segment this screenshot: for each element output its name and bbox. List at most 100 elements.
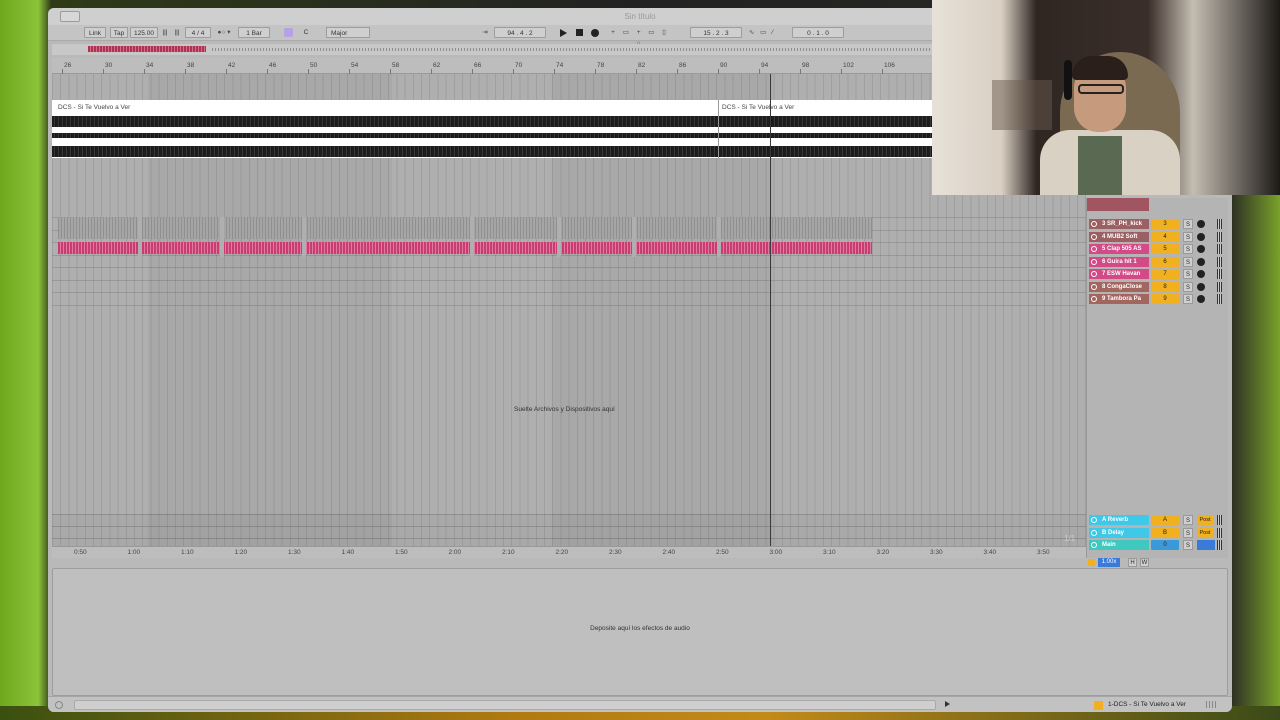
volume-field[interactable] [1197, 540, 1215, 550]
track-row[interactable]: 3 SR_PH_kick 3 S [1087, 218, 1229, 230]
solo-button[interactable]: S [1183, 527, 1193, 538]
post-button[interactable]: Post [1197, 515, 1213, 525]
return-row[interactable]: A Reverb A S Post [1087, 514, 1229, 526]
solo-button[interactable]: S [1183, 244, 1193, 254]
track-activator[interactable]: 6 [1151, 256, 1179, 267]
arm-button[interactable] [1197, 295, 1205, 303]
post-button[interactable]: Post [1197, 527, 1213, 538]
track-row[interactable]: 6 Guira hit 16S [1087, 256, 1229, 268]
loop-punch-icons[interactable]: ∿ ▭ ∕ [744, 27, 780, 38]
midi-clip-kick[interactable] [58, 217, 872, 239]
solo-button[interactable]: S [1183, 540, 1193, 550]
track-name[interactable]: 3 SR_PH_kick [1089, 219, 1149, 229]
clip-launch-icon[interactable] [1091, 296, 1097, 302]
clip-launch-icon[interactable] [1091, 246, 1097, 252]
w-button[interactable]: W [1140, 558, 1149, 567]
main-lane[interactable] [52, 538, 1086, 546]
clip-launch-icon[interactable] [1091, 233, 1097, 240]
play-button[interactable] [560, 29, 567, 37]
track-activator[interactable]: 9 [1151, 294, 1179, 304]
arm-button[interactable] [1197, 270, 1205, 278]
solo-button[interactable]: S [1183, 219, 1193, 229]
return-row[interactable]: B Delay B S Post [1087, 527, 1229, 539]
clip-launch-icon[interactable] [1091, 221, 1097, 227]
time-ruler[interactable]: 0:50 1:00 1:10 1:20 1:30 1:40 1:50 2:00 2:10 2:20… [52, 546, 1086, 558]
arm-button[interactable] [1197, 245, 1205, 253]
arm-button[interactable] [1197, 257, 1205, 266]
arm-button[interactable] [1197, 282, 1205, 291]
audio-clip-track[interactable]: DCS - Si Te Vuelvo a Ver DCS - Si Te Vue… [52, 100, 932, 158]
bounce-icon[interactable] [1088, 559, 1095, 566]
solo-button[interactable]: S [1183, 231, 1193, 242]
return-activator[interactable]: A [1151, 515, 1179, 525]
track-name[interactable]: 8 CongaClose [1089, 281, 1149, 292]
track-row[interactable]: 5 Clap 505 AS 5 S [1087, 243, 1229, 255]
track-activator[interactable]: 8 [1151, 281, 1179, 292]
sidebar-toggle-button[interactable] [60, 11, 80, 22]
track-row[interactable]: 9 Tambora Pa 9 S [1087, 293, 1229, 305]
track-row[interactable]: 4 MUB2 Soft 4 S [1087, 231, 1229, 243]
track-name[interactable]: 9 Tambora Pa [1089, 294, 1149, 304]
solo-button[interactable]: S [1183, 281, 1193, 292]
return-lane-a[interactable] [52, 514, 1086, 526]
track-name[interactable]: 4 MUB2 Soft [1089, 231, 1149, 242]
track-name[interactable]: 5 Clap 505 AS [1089, 244, 1149, 254]
metronome-icon[interactable]: ●○ ▾ [215, 27, 233, 38]
return-lane-b[interactable] [52, 526, 1086, 538]
solo-button[interactable]: S [1183, 515, 1193, 525]
window-title: Sin título [624, 12, 656, 21]
beat-ruler[interactable]: 26 30 34 38 42 46 50 54 58 62 66 70 74 78 82 86 90 94 98 10… [52, 58, 1086, 74]
key-scale-icon[interactable] [284, 28, 293, 37]
solo-button[interactable]: S [1183, 269, 1193, 279]
selected-track-label[interactable]: 1-DCS - Si Te Vuelvo a Ver [1094, 700, 1186, 710]
track-row[interactable]: 7 ESW Havan 7 S [1087, 268, 1229, 280]
loop-start-field[interactable]: 15 . 2 . 3 [690, 27, 742, 38]
h-button[interactable]: H [1128, 558, 1137, 567]
arrangement-overview[interactable] [52, 44, 932, 55]
key-selector[interactable]: C [296, 27, 316, 38]
solo-button[interactable]: S [1183, 256, 1193, 267]
quantize-menu[interactable]: 1 Bar [238, 27, 270, 38]
track-name[interactable]: 6 Guira hit 1 [1089, 256, 1149, 267]
clip-launch-icon[interactable] [1091, 283, 1097, 290]
track-name[interactable]: 7 ESW Havan [1089, 269, 1149, 279]
arm-button[interactable] [1197, 220, 1205, 228]
track-toggle-icon[interactable] [1091, 529, 1097, 536]
info-icon[interactable] [55, 701, 63, 709]
return-name[interactable]: Main [1089, 540, 1149, 550]
play-icon[interactable] [945, 701, 950, 707]
record-button[interactable] [591, 29, 599, 37]
return-activator[interactable]: 0 [1151, 540, 1179, 550]
clip-launch-icon[interactable] [1091, 271, 1097, 277]
nudge-icon[interactable]: ||| [172, 27, 182, 38]
follow-icon[interactable]: ⇥ [480, 27, 490, 38]
loop-length-field[interactable]: 0 . 1 . 0 [792, 27, 844, 38]
metronome-bars-icon[interactable]: ||| [160, 27, 170, 38]
arm-button[interactable] [1197, 232, 1205, 241]
return-name[interactable]: A Reverb [1089, 515, 1149, 525]
track-activator[interactable]: 4 [1151, 231, 1179, 242]
device-view[interactable]: Deposite aquí los efectos de audio [52, 568, 1228, 696]
tap-button[interactable]: Tap [110, 27, 128, 38]
scale-selector[interactable]: Major [326, 27, 370, 38]
track-activator[interactable]: 3 [1151, 219, 1179, 229]
arrangement-view[interactable]: DCS - Si Te Vuelvo a Ver DCS - Si Te Vue… [52, 74, 1086, 546]
zoom-level[interactable]: 1.00x [1098, 558, 1120, 567]
arrangement-position-field[interactable]: 94 . 4 . 2 [494, 27, 546, 38]
return-name[interactable]: B Delay [1089, 527, 1149, 538]
overdub-automation-icons[interactable]: + ▭ + ▭ ▯ ○ [610, 27, 670, 47]
time-signature-field[interactable]: 4 / 4 [185, 27, 211, 38]
midi-clip-clap[interactable] [58, 242, 872, 254]
track-toggle-icon[interactable] [1091, 517, 1097, 523]
track-activator[interactable]: 5 [1151, 244, 1179, 254]
tempo-field[interactable]: 125.00 [130, 27, 158, 38]
solo-button[interactable]: S [1183, 294, 1193, 304]
clip-launch-icon[interactable] [1091, 258, 1097, 265]
return-activator[interactable]: B [1151, 527, 1179, 538]
track-toggle-icon[interactable] [1091, 542, 1097, 548]
track-row[interactable]: 8 CongaClose 8 S [1087, 281, 1229, 293]
track-activator[interactable]: 7 [1151, 269, 1179, 279]
return-row[interactable]: Main 0 S [1087, 539, 1229, 551]
link-button[interactable]: Link [84, 27, 106, 38]
stop-button[interactable] [576, 29, 583, 36]
